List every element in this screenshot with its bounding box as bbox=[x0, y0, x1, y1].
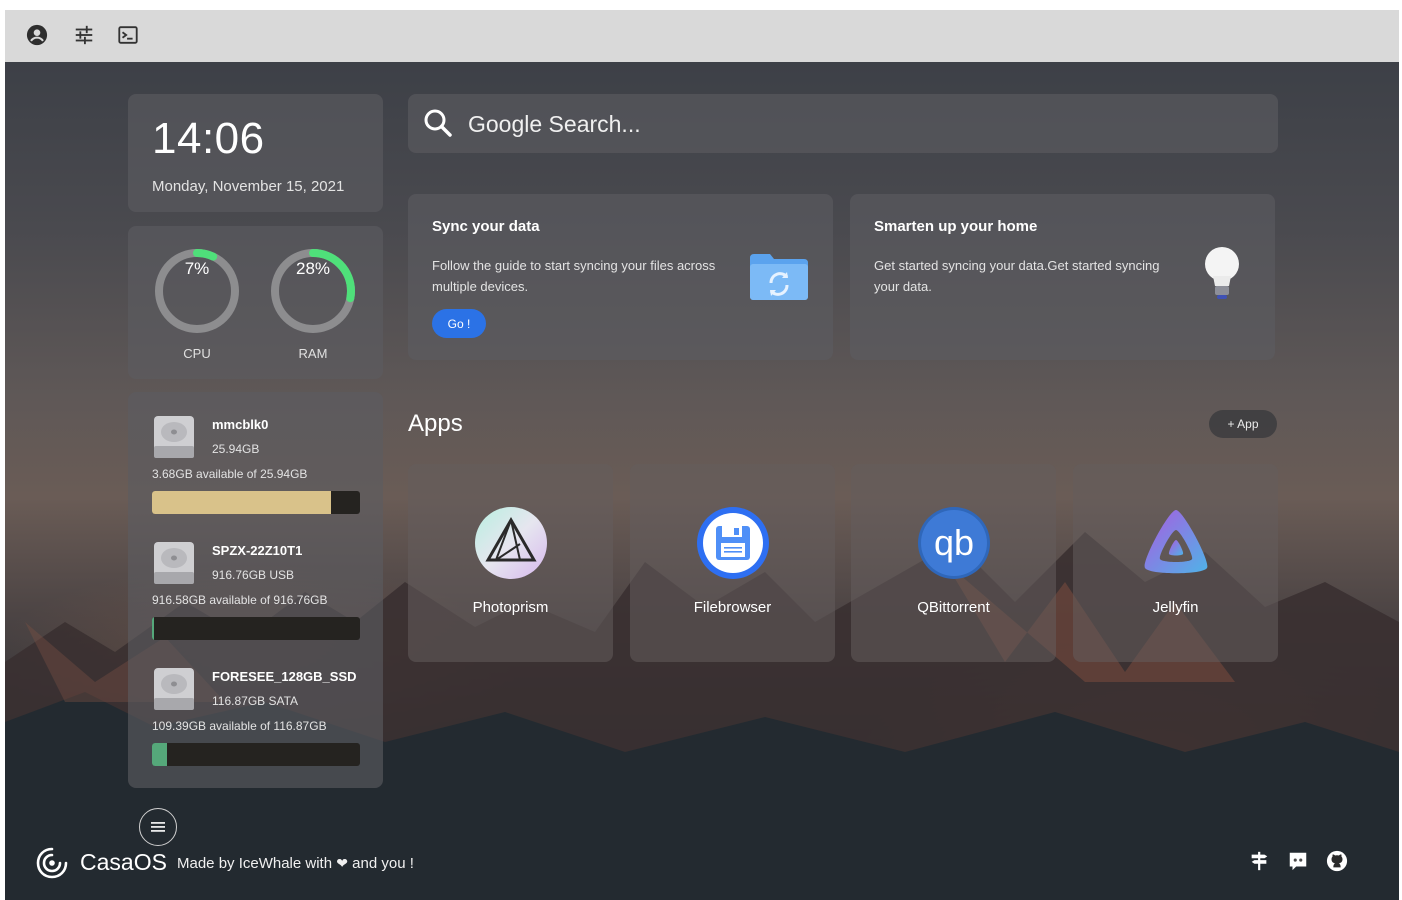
disk-usage-fill bbox=[152, 491, 331, 514]
disk-size: 916.76GB USB bbox=[212, 568, 295, 582]
apps-section-title: Apps bbox=[408, 410, 463, 437]
heart-icon: ❤ bbox=[336, 855, 348, 871]
disk-name: SPZX-22Z10T1 bbox=[212, 543, 303, 558]
app-name: Filebrowser bbox=[693, 599, 772, 616]
app-tile-photoprism[interactable]: Photoprism bbox=[408, 464, 613, 662]
add-app-button[interactable]: + App bbox=[1209, 410, 1277, 438]
cpu-label: CPU bbox=[183, 346, 211, 361]
hard-drive-icon bbox=[154, 416, 194, 458]
app-name: QBittorrent bbox=[917, 599, 990, 616]
disk-item: FORESEE_128GB_SSD 116.87GB SATA 109.39GB… bbox=[152, 666, 362, 792]
card-title: Smarten up your home bbox=[874, 218, 1038, 235]
disk-usage-fill bbox=[152, 743, 167, 766]
clock-date: Monday, November 15, 2021 bbox=[152, 178, 345, 195]
card-description: Get started syncing your data.Get starte… bbox=[874, 258, 1160, 294]
search-icon bbox=[424, 109, 452, 137]
smart-home-card: Smarten up your home Get started syncing… bbox=[850, 194, 1275, 360]
system-usage-widget: 7% CPU 28% RAM bbox=[128, 226, 383, 379]
disk-available: 3.68GB available of 25.94GB bbox=[152, 467, 308, 481]
filebrowser-icon bbox=[697, 507, 769, 579]
app-name: Jellyfin bbox=[1152, 599, 1199, 616]
photoprism-icon bbox=[475, 507, 547, 579]
search-bar bbox=[408, 94, 1278, 153]
sync-data-card: Sync your data Follow the guide to start… bbox=[408, 194, 833, 360]
disk-name: FORESEE_128GB_SSD bbox=[212, 669, 357, 684]
app-tile-filebrowser[interactable]: Filebrowser bbox=[630, 464, 835, 662]
app-tile-qbittorrent[interactable]: qb QBittorrent bbox=[851, 464, 1056, 662]
app-name: Photoprism bbox=[472, 599, 549, 616]
ram-label: RAM bbox=[298, 346, 328, 361]
disk-size: 25.94GB bbox=[212, 442, 260, 456]
disk-usage-bar bbox=[152, 491, 360, 514]
clock-widget: 14:06 Monday, November 15, 2021 bbox=[128, 94, 383, 212]
search-input[interactable] bbox=[468, 105, 1228, 143]
brand-name: CasaOS bbox=[80, 849, 167, 875]
footer-credit: Made by IceWhale with ❤ and you ! bbox=[177, 855, 414, 872]
clock-time: 14:06 bbox=[152, 114, 265, 163]
hard-drive-icon bbox=[154, 542, 194, 584]
menu-icon bbox=[151, 822, 165, 832]
desktop-background: 14:06 Monday, November 15, 2021 7% CPU 2… bbox=[5, 62, 1399, 900]
github-icon[interactable] bbox=[1323, 847, 1351, 875]
go-button[interactable]: Go ! bbox=[432, 309, 486, 338]
account-icon[interactable] bbox=[24, 22, 50, 48]
disk-item: SPZX-22Z10T1 916.76GB USB 916.58GB avail… bbox=[152, 540, 362, 666]
app-tile-jellyfin[interactable]: Jellyfin bbox=[1073, 464, 1278, 662]
hard-drive-icon bbox=[154, 668, 194, 710]
cpu-value: 7% bbox=[184, 259, 210, 278]
sliders-icon[interactable] bbox=[71, 22, 97, 48]
top-toolbar bbox=[5, 10, 1399, 62]
casaos-logo-icon bbox=[36, 847, 68, 879]
jellyfin-icon bbox=[1144, 510, 1208, 574]
svg-text:qb: qb bbox=[934, 522, 974, 563]
discord-icon[interactable] bbox=[1284, 847, 1312, 875]
card-title: Sync your data bbox=[432, 218, 540, 235]
qbittorrent-icon: qb bbox=[918, 507, 990, 579]
storage-widget: mmcblk0 25.94GB 3.68GB available of 25.9… bbox=[128, 392, 383, 788]
disk-item: mmcblk0 25.94GB 3.68GB available of 25.9… bbox=[152, 414, 362, 540]
terminal-icon[interactable] bbox=[115, 22, 141, 48]
credit-suffix: and you ! bbox=[352, 855, 414, 872]
signpost-icon[interactable] bbox=[1245, 847, 1273, 875]
lightbulb-icon bbox=[1205, 247, 1239, 299]
disk-name: mmcblk0 bbox=[212, 417, 269, 432]
disk-size: 116.87GB SATA bbox=[212, 694, 299, 708]
casaos-window: 14:06 Monday, November 15, 2021 7% CPU 2… bbox=[5, 10, 1399, 900]
disk-usage-bar bbox=[152, 743, 360, 766]
folder-sync-icon bbox=[750, 254, 808, 300]
ram-value: 28% bbox=[295, 259, 331, 278]
disk-usage-bar bbox=[152, 617, 360, 640]
footer: CasaOS Made by IceWhale with ❤ and you ! bbox=[5, 838, 1399, 898]
disk-available: 916.58GB available of 916.76GB bbox=[152, 593, 328, 607]
credit-prefix: Made by IceWhale with bbox=[177, 855, 333, 872]
card-description: Follow the guide to start syncing your f… bbox=[432, 258, 716, 294]
disk-available: 109.39GB available of 116.87GB bbox=[152, 719, 327, 733]
disk-usage-fill bbox=[152, 617, 155, 640]
